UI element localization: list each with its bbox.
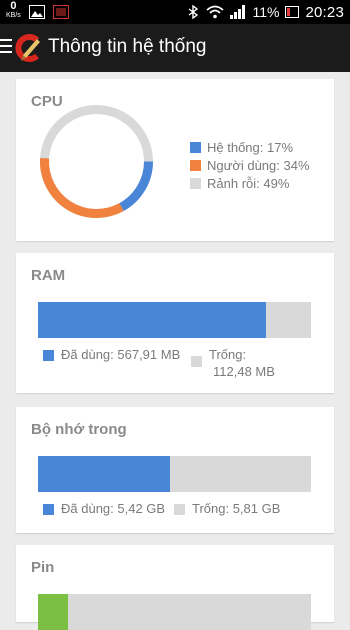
- cpu-legend: Hệ thống: 17% Người dùng: 34% Rảnh rỗi: …: [190, 138, 310, 192]
- clock: 20:23: [305, 3, 344, 21]
- storage-used-label: Đã dùng: 5,42 GB: [61, 501, 166, 516]
- cpu-segment-user: [40, 157, 124, 218]
- status-bar: 0 KB/s 11% 20:23: [0, 0, 350, 24]
- cpu-legend-system: Hệ thống: 17%: [190, 138, 310, 156]
- app-bar: Thông tin hệ thống: [0, 24, 350, 72]
- legend-swatch: [43, 350, 54, 361]
- page-title: Thông tin hệ thống: [48, 36, 207, 57]
- ram-used-label: Đã dùng: 567,91 MB: [61, 347, 181, 362]
- ram-title: RAM: [31, 267, 66, 284]
- legend-swatch: [190, 177, 201, 189]
- network-speed-value: 0: [10, 0, 17, 12]
- legend-swatch: [191, 356, 202, 367]
- legend-swatch: [174, 504, 185, 515]
- battery-percent: 11%: [252, 4, 280, 20]
- storage-free-label: Trống: 5,81 GB: [192, 501, 281, 516]
- storage-bar-used: [38, 456, 170, 492]
- image-icon: [28, 5, 45, 19]
- signal-icon: [230, 5, 246, 19]
- legend-swatch: [190, 159, 201, 171]
- network-speed: 0 KB/s: [6, 0, 21, 20]
- cpu-legend-user: Người dùng: 34%: [190, 156, 310, 174]
- battery-card: Pin: [16, 545, 334, 630]
- battery-title: Pin: [31, 559, 55, 576]
- cpu-donut-chart: [40, 105, 153, 218]
- battery-icon: [285, 6, 300, 18]
- cpu-legend-system-label: Hệ thống: 17%: [207, 139, 294, 155]
- network-speed-unit: KB/s: [6, 12, 21, 19]
- cpu-legend-user-label: Người dùng: 34%: [207, 157, 310, 173]
- storage-title: Bộ nhớ trong: [31, 421, 127, 438]
- ram-free-value: 112,48 MB: [213, 364, 275, 379]
- hamburger-icon[interactable]: [0, 39, 12, 57]
- ram-bar: [38, 302, 311, 338]
- cpu-legend-idle: Rảnh rỗi: 49%: [190, 174, 310, 192]
- ram-card: RAM Đã dùng: 567,91 MB Trống: 112,48 MB: [16, 253, 334, 393]
- storage-card: Bộ nhớ trong Đã dùng: 5,42 GB Trống: 5,8…: [16, 407, 334, 533]
- legend-swatch: [43, 504, 54, 515]
- battery-bar-level: [38, 594, 69, 630]
- ram-bar-used: [38, 302, 266, 338]
- ram-free-label: Trống:: [209, 347, 247, 362]
- ccleaner-logo[interactable]: [13, 33, 43, 63]
- battery-bar: [38, 594, 311, 630]
- legend-swatch: [190, 141, 201, 153]
- cpu-legend-idle-label: Rảnh rỗi: 49%: [207, 175, 290, 191]
- cpu-card: CPU Hệ thống: 17% Người dùng: 34% Rảnh r…: [16, 79, 334, 241]
- bluetooth-icon: [189, 5, 199, 19]
- film-icon: [52, 5, 69, 19]
- cpu-segment-system: [119, 161, 153, 212]
- storage-bar: [38, 456, 311, 492]
- wifi-icon: [206, 5, 225, 19]
